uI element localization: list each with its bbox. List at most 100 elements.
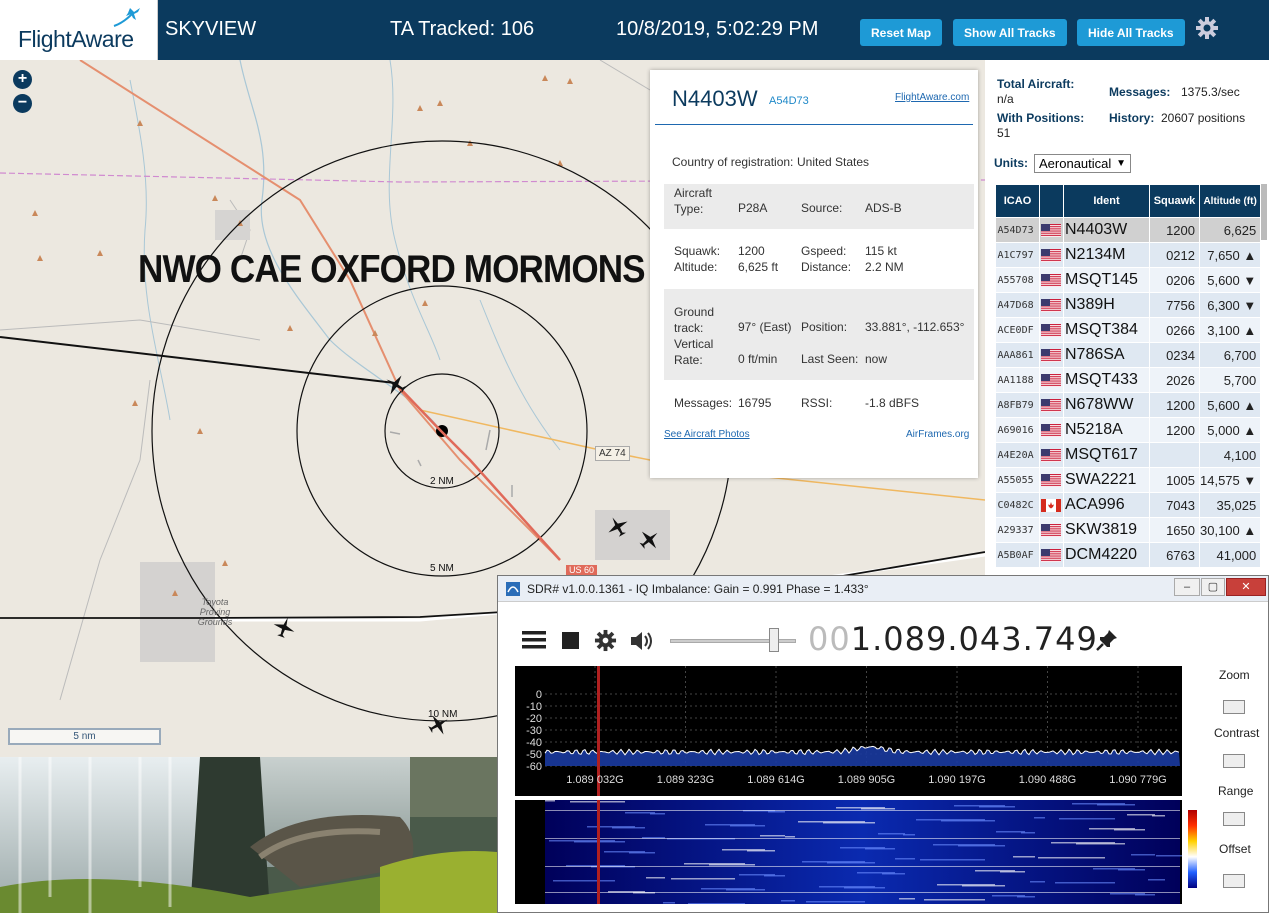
gspeed-value: 115 kt [865, 244, 897, 258]
pin-icon[interactable] [1095, 628, 1119, 652]
road-label-az74: AZ 74 [595, 446, 630, 461]
see-photos-link[interactable]: See Aircraft Photos [664, 429, 750, 440]
volume-slider-handle[interactable] [769, 628, 779, 652]
range-slider[interactable] [1223, 812, 1245, 826]
road-label-us60: US 60 [566, 565, 598, 575]
table-row[interactable]: AA1188 MSQT433 2026 5,700 [995, 367, 1262, 393]
altitude-cell: 41,000 [1199, 542, 1262, 568]
ident-cell: ACA996 [1063, 492, 1150, 518]
table-row[interactable]: ACE0DF MSQT384 0266 3,100 ▲ [995, 317, 1262, 343]
us-flag-icon [1041, 373, 1061, 387]
us-flag-icon [1041, 423, 1061, 437]
table-scrollbar[interactable] [1261, 184, 1267, 240]
table-row[interactable]: A29337 SKW3819 1650 30,100 ▲ [995, 517, 1262, 543]
altitude-cell: 14,575 ▼ [1199, 467, 1262, 493]
zoom-slider[interactable] [1223, 700, 1245, 714]
aircraft-table: ICAO Ident Squawk Altitude (ft) A54D73 N4… [995, 184, 1262, 568]
frequency-display[interactable]: 001.089.043.749 [808, 620, 1098, 658]
table-row[interactable]: A4E20A MSQT617 4,100 [995, 442, 1262, 468]
icao-cell: A1C797 [995, 242, 1040, 268]
type-label: Aircraft Type: [674, 186, 713, 216]
col-squawk[interactable]: Squawk [1149, 184, 1200, 218]
aircraft-icon[interactable] [272, 616, 296, 640]
menu-icon[interactable] [522, 630, 546, 650]
frequency-tick-label: 1.089 323G [657, 774, 715, 786]
table-row[interactable]: A47D68 N389H 7756 6,300 ▼ [995, 292, 1262, 318]
airframes-link[interactable]: AirFrames.org [906, 429, 969, 440]
flag-cell [1039, 292, 1064, 318]
flag-cell [1039, 492, 1064, 518]
table-row[interactable]: A8FB79 N678WW 1200 5,600 ▲ [995, 392, 1262, 418]
col-altitude[interactable]: Altitude (ft) [1198, 184, 1262, 218]
reset-map-button[interactable]: Reset Map [860, 19, 943, 46]
track-label: Ground track: [674, 305, 715, 335]
position-label: Position: [801, 320, 848, 334]
volume-icon[interactable] [629, 630, 655, 652]
frequency-leading-zeros: 00 [808, 620, 851, 658]
table-row[interactable]: AAA861 N786SA 0234 6,700 [995, 342, 1262, 368]
hide-all-tracks-button[interactable]: Hide All Tracks [1077, 19, 1185, 46]
zoom-out-button[interactable]: − [13, 94, 32, 113]
settings-gear-icon[interactable] [1195, 16, 1219, 40]
zoom-in-button[interactable]: + [13, 70, 32, 89]
show-all-tracks-button[interactable]: Show All Tracks [953, 19, 1067, 46]
maximize-button[interactable]: ▢ [1201, 578, 1225, 596]
squawk-label: Squawk: [674, 244, 721, 258]
flag-cell [1039, 442, 1064, 468]
db-tick-label: 0 [536, 689, 542, 701]
sdr-window-title: SDR# v1.0.0.1361 - IQ Imbalance: Gain = … [527, 582, 869, 596]
close-button[interactable]: ✕ [1226, 578, 1266, 596]
table-row[interactable]: A69016 N5218A 1200 5,000 ▲ [995, 417, 1262, 443]
spectrum-analyzer[interactable]: 0 -10 -20 -30 -40 -50 -60 1.089 032G 1.089 323G… [515, 666, 1182, 796]
canada-flag-icon [1041, 498, 1061, 512]
altitude-cell: 5,700 [1199, 367, 1262, 393]
squawk-cell: 1650 [1149, 517, 1200, 543]
aircraft-icon[interactable] [606, 515, 630, 539]
us-flag-icon [1041, 398, 1061, 412]
waterfall-display[interactable] [515, 800, 1225, 905]
squawk-cell: 6763 [1149, 542, 1200, 568]
flightaware-link[interactable]: FlightAware.com [895, 92, 969, 103]
units-select[interactable]: Aeronautical ▼ [1034, 154, 1131, 173]
col-ident[interactable]: Ident [1063, 184, 1150, 218]
col-flag[interactable] [1039, 184, 1064, 218]
frequency-tick-label: 1.089 905G [838, 774, 896, 786]
table-row[interactable]: A55055 SWA2221 1005 14,575 ▼ [995, 467, 1262, 493]
contrast-slider[interactable] [1223, 754, 1245, 768]
aircraft-icon[interactable] [637, 528, 661, 552]
units-selected-value: Aeronautical [1039, 156, 1112, 171]
squawk-cell: 0266 [1149, 317, 1200, 343]
aircraft-icon-selected[interactable] [384, 373, 408, 397]
squawk-cell: 0234 [1149, 342, 1200, 368]
lastseen-value: now [865, 352, 888, 366]
stop-icon[interactable] [562, 632, 579, 649]
db-tick-label: -40 [526, 737, 542, 749]
table-row[interactable]: A55708 MSQT145 0206 5,600 ▼ [995, 267, 1262, 293]
table-row[interactable]: A1C797 N2134M 0212 7,650 ▲ [995, 242, 1262, 268]
sdr-titlebar[interactable]: SDR# v1.0.0.1361 - IQ Imbalance: Gain = … [498, 576, 1268, 602]
flightaware-logo[interactable]: FlightAware [0, 0, 158, 60]
minimize-button[interactable]: – [1174, 578, 1200, 596]
squawk-value: 1200 [738, 244, 765, 258]
flag-cell [1039, 392, 1064, 418]
col-icao[interactable]: ICAO [995, 184, 1040, 218]
offset-label: Offset [1219, 842, 1251, 856]
icao-cell: AA1188 [995, 367, 1040, 393]
site-name: SKYVIEW [165, 18, 257, 40]
ident-cell: DCM4220 [1063, 542, 1150, 568]
flag-cell [1039, 467, 1064, 493]
ident-cell: SWA2221 [1063, 467, 1150, 493]
table-row[interactable]: A5B0AF DCM4220 6763 41,000 [995, 542, 1262, 568]
waterfall-plot [545, 800, 1225, 905]
table-row[interactable]: A54D73 N4403W 1200 6,625 [995, 217, 1262, 243]
table-row[interactable]: C0482C ACA996 7043 35,025 [995, 492, 1262, 518]
offset-slider[interactable] [1223, 874, 1245, 888]
frequency-tick-label: 1.090 197G [928, 774, 986, 786]
db-tick-label: -30 [526, 725, 542, 737]
squawk-cell: 1200 [1149, 392, 1200, 418]
settings-icon[interactable] [594, 629, 617, 652]
lastseen-label: Last Seen: [801, 352, 859, 366]
flag-cell [1039, 217, 1064, 243]
distance-value: 2.2 NM [865, 260, 904, 274]
icao-cell: AAA861 [995, 342, 1040, 368]
